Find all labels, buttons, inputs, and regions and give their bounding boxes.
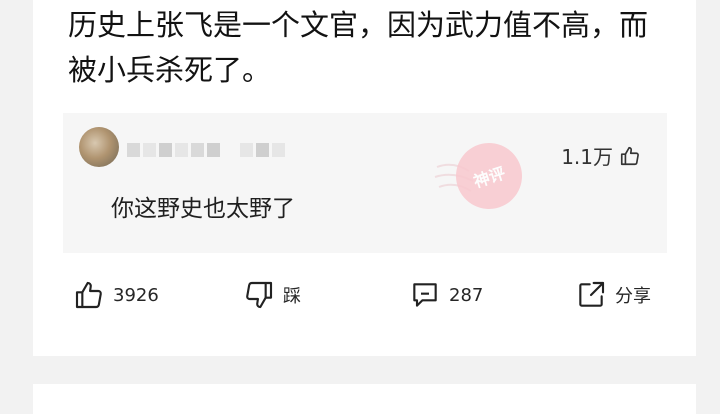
section-divider <box>0 356 720 384</box>
username-blurred[interactable] <box>127 143 285 157</box>
post-text: 历史上张飞是一个文官，因为武力值不高，而被小兵杀死了。 <box>68 8 649 87</box>
thumbs-down-icon <box>246 281 273 309</box>
comment-button[interactable]: 287 <box>409 279 483 311</box>
hot-comment-stamp: 神评 <box>447 134 531 218</box>
comment-text: 你这野史也太野了 <box>111 196 295 222</box>
thumbs-up-icon <box>75 281 102 309</box>
dislike-label: 踩 <box>283 286 301 307</box>
hot-comment[interactable]: 神评 1.1万 你这野史也太野了 <box>63 113 667 253</box>
post-card: 历史上张飞是一个文官，因为武力值不高，而被小兵杀死了。 神评 1.1万 你这野史… <box>33 0 696 356</box>
like-button[interactable]: 3926 <box>73 279 159 311</box>
comment-count: 287 <box>449 284 484 306</box>
avatar[interactable] <box>79 127 119 167</box>
like-count: 3926 <box>113 284 159 306</box>
comment-like-button[interactable]: 1.1万 <box>561 141 641 170</box>
dislike-button[interactable]: 踩 <box>243 279 301 311</box>
thumbs-up-icon <box>620 146 639 165</box>
comment-icon <box>413 283 437 307</box>
next-post-card[interactable] <box>33 384 696 414</box>
share-label: 分享 <box>615 286 651 307</box>
action-bar: 3926 踩 287 分享 <box>33 279 696 323</box>
share-icon <box>579 281 605 307</box>
share-button[interactable]: 分享 <box>575 279 651 311</box>
comment-like-count: 1.1万 <box>561 145 613 169</box>
